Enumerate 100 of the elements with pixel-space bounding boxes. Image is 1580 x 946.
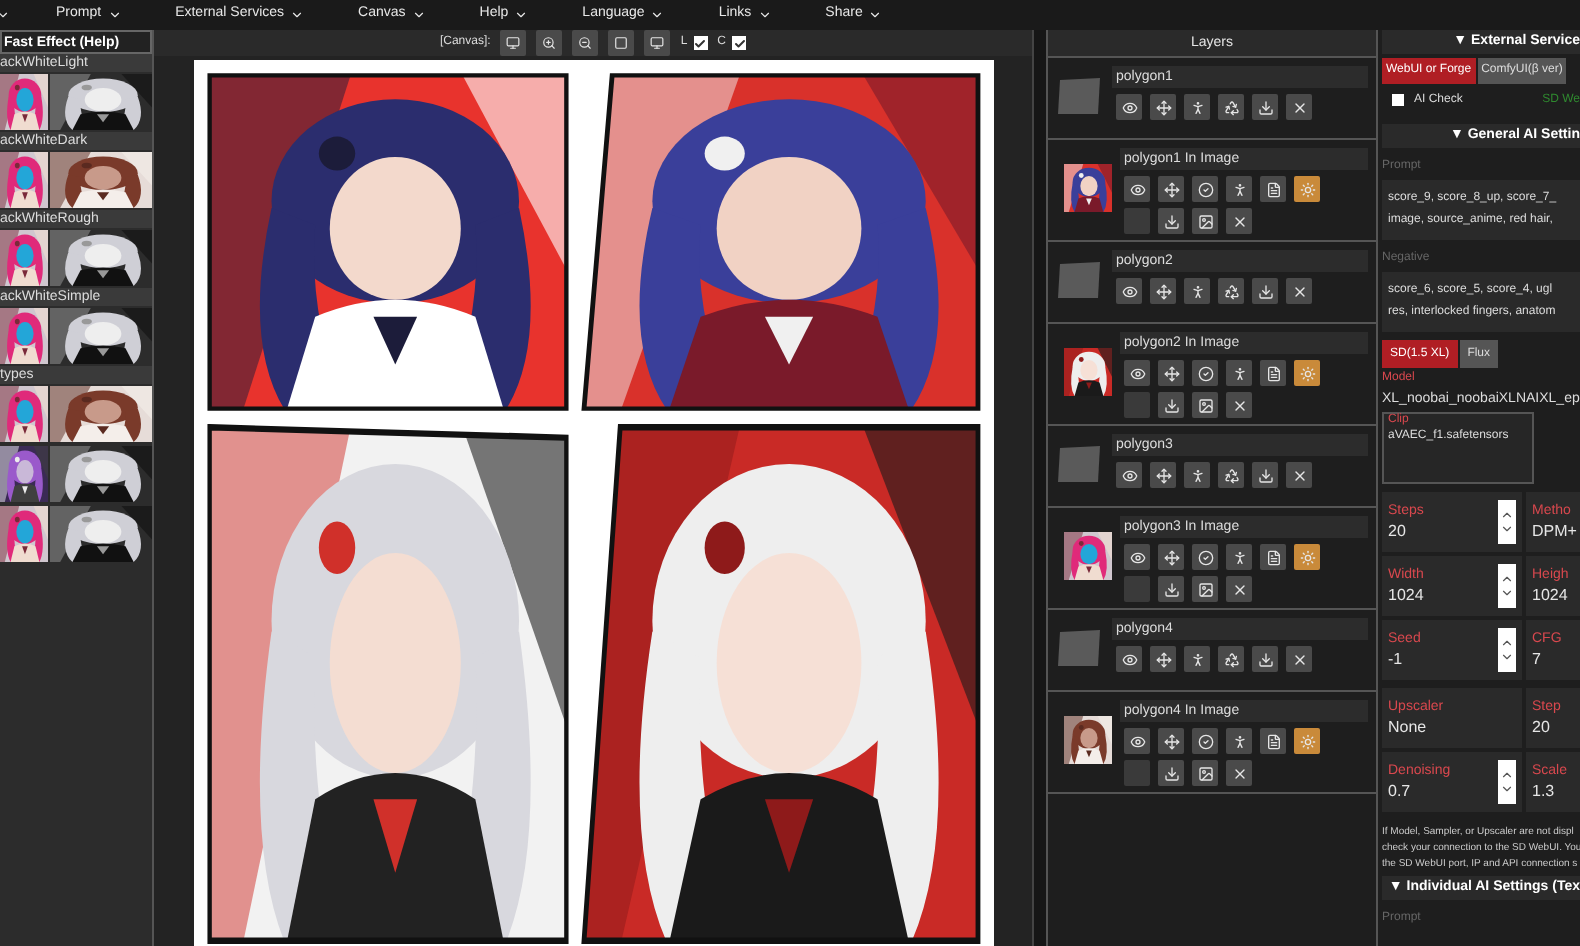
document-button[interactable]: [1260, 728, 1286, 754]
ai-check-checkbox[interactable]: [1392, 94, 1404, 106]
download-button[interactable]: [1252, 94, 1278, 120]
field-value: 1024: [1532, 583, 1570, 607]
check-icon: [1197, 733, 1213, 749]
figure-button[interactable]: [1184, 278, 1210, 304]
figure-button[interactable]: [1226, 728, 1252, 754]
download-button[interactable]: [1252, 646, 1278, 672]
recycle-button[interactable]: [1218, 646, 1244, 672]
download-button[interactable]: [1252, 462, 1278, 488]
eye-button[interactable]: [1116, 462, 1142, 488]
field-value: DPM+: [1532, 519, 1577, 543]
toggle-checkbox[interactable]: [732, 36, 747, 50]
delete-button[interactable]: [1286, 462, 1312, 488]
figure-button[interactable]: [1184, 646, 1210, 672]
eye-button[interactable]: [1124, 728, 1150, 754]
document-button[interactable]: [1260, 360, 1286, 386]
spinner-control[interactable]: [1498, 564, 1516, 608]
check-button[interactable]: [1192, 728, 1218, 754]
figure-icon: [1189, 467, 1205, 483]
download-icon: [1257, 651, 1273, 667]
document-button[interactable]: [1260, 544, 1286, 570]
zoom-in-icon: [542, 36, 557, 50]
eye-button[interactable]: [1124, 360, 1150, 386]
figure-button[interactable]: [1226, 176, 1252, 202]
spinner-control[interactable]: [1498, 760, 1516, 804]
delete-icon: [1291, 651, 1307, 667]
image-icon: [1197, 581, 1213, 597]
frame-icon: [614, 36, 629, 50]
figure-icon: [1231, 549, 1247, 565]
zoom-in-button[interactable]: [536, 30, 563, 56]
field-value: 7: [1532, 647, 1543, 671]
spinner-control[interactable]: [1498, 500, 1516, 544]
frame-button[interactable]: [608, 30, 635, 56]
document-icon: [1265, 549, 1281, 565]
check-icon: [733, 37, 746, 49]
recycle-button[interactable]: [1218, 462, 1244, 488]
move-button[interactable]: [1150, 94, 1176, 120]
zoom-out-button[interactable]: [572, 30, 599, 56]
sun-icon: [1299, 733, 1315, 749]
move-button[interactable]: [1150, 462, 1176, 488]
field-value: -1: [1388, 647, 1405, 671]
delete-button[interactable]: [1226, 392, 1252, 418]
polygon-thumbnail: [1056, 260, 1104, 300]
download-button[interactable]: [1158, 576, 1184, 602]
image-button[interactable]: [1192, 576, 1218, 602]
check-button[interactable]: [1192, 176, 1218, 202]
figure-button[interactable]: [1184, 462, 1210, 488]
image-button[interactable]: [1192, 208, 1218, 234]
move-icon: [1163, 549, 1179, 565]
eye-icon: [1129, 733, 1145, 749]
figure-button[interactable]: [1226, 544, 1252, 570]
figure-button[interactable]: [1226, 360, 1252, 386]
move-button[interactable]: [1158, 544, 1184, 570]
download-button[interactable]: [1158, 760, 1184, 786]
check-icon: [1197, 181, 1213, 197]
spinner-control[interactable]: [1498, 628, 1516, 672]
image-button[interactable]: [1192, 392, 1218, 418]
delete-button[interactable]: [1226, 576, 1252, 602]
download-button[interactable]: [1158, 208, 1184, 234]
delete-button[interactable]: [1286, 94, 1312, 120]
download-icon: [1163, 765, 1179, 781]
delete-button[interactable]: [1226, 208, 1252, 234]
move-icon: [1163, 733, 1179, 749]
move-button[interactable]: [1150, 278, 1176, 304]
download-button[interactable]: [1158, 392, 1184, 418]
check-icon: [694, 37, 707, 49]
eye-button[interactable]: [1116, 278, 1142, 304]
move-button[interactable]: [1158, 360, 1184, 386]
download-icon: [1163, 213, 1179, 229]
toggle-checkbox[interactable]: [693, 36, 708, 50]
document-button[interactable]: [1260, 176, 1286, 202]
check-button[interactable]: [1192, 544, 1218, 570]
image-button[interactable]: [1192, 760, 1218, 786]
figure-icon: [1231, 365, 1247, 381]
delete-button[interactable]: [1286, 646, 1312, 672]
monitor-button[interactable]: [500, 30, 527, 56]
delete-button[interactable]: [1226, 760, 1252, 786]
recycle-button[interactable]: [1218, 278, 1244, 304]
figure-button[interactable]: [1184, 94, 1210, 120]
eye-button[interactable]: [1116, 646, 1142, 672]
move-icon: [1155, 467, 1171, 483]
check-icon: [1197, 365, 1213, 381]
field-value: 20: [1532, 715, 1552, 739]
move-button[interactable]: [1150, 646, 1176, 672]
screen-button[interactable]: [644, 30, 671, 56]
move-button[interactable]: [1158, 728, 1184, 754]
eye-button[interactable]: [1124, 176, 1150, 202]
check-button[interactable]: [1192, 360, 1218, 386]
move-button[interactable]: [1158, 176, 1184, 202]
monitor-icon: [506, 36, 521, 50]
recycle-button[interactable]: [1218, 94, 1244, 120]
eye-icon: [1129, 549, 1145, 565]
eye-button[interactable]: [1124, 544, 1150, 570]
recycle-icon: [1223, 651, 1239, 667]
delete-button[interactable]: [1286, 278, 1312, 304]
eye-icon: [1129, 365, 1145, 381]
eye-button[interactable]: [1116, 94, 1142, 120]
download-button[interactable]: [1252, 278, 1278, 304]
move-icon: [1155, 283, 1171, 299]
